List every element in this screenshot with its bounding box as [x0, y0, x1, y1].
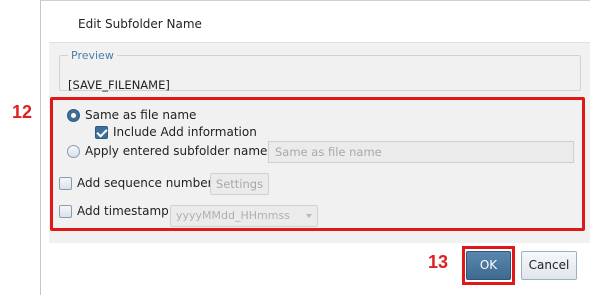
option-apply-entered-name[interactable]: Apply entered subfolder name: [67, 144, 267, 158]
timestamp-format-select[interactable]: yyyyMMdd_HHmmss: [170, 205, 318, 227]
radio-unselected-icon[interactable]: [67, 144, 80, 158]
subfolder-name-input[interactable]: Same as file name: [268, 141, 574, 163]
option-label: Apply entered subfolder name: [85, 144, 268, 158]
edit-subfolder-dialog: Edit Subfolder Name Preview [SAVE_FILENA…: [40, 0, 590, 295]
preview-group: Preview [SAVE_FILENAME]: [59, 49, 581, 92]
option-add-sequence-number[interactable]: Add sequence number: [59, 176, 213, 190]
preview-legend: Preview: [68, 49, 117, 62]
cancel-button[interactable]: Cancel: [521, 251, 577, 280]
checkbox-checked-icon[interactable]: [95, 125, 108, 139]
dialog-footer: OK Cancel: [49, 243, 590, 295]
option-label: Add timestamp: [77, 204, 169, 218]
dialog-title: Edit Subfolder Name: [78, 17, 202, 31]
dialog-content: Preview [SAVE_FILENAME] Same as file nam…: [49, 42, 590, 243]
timestamp-format-value: yyyyMMdd_HHmmss: [176, 209, 290, 222]
option-include-add-info[interactable]: Include Add information: [95, 125, 257, 139]
callout-number-12: 12: [12, 102, 33, 122]
option-label: Include Add information: [113, 125, 257, 139]
option-add-timestamp[interactable]: Add timestamp: [59, 204, 169, 218]
option-label: Add sequence number: [77, 176, 213, 190]
option-label: Same as file name: [85, 108, 197, 122]
checkbox-unchecked-icon[interactable]: [59, 204, 72, 218]
preview-value: [SAVE_FILENAME]: [68, 78, 170, 92]
sequence-settings-button[interactable]: Settings: [210, 173, 269, 195]
ok-button[interactable]: OK: [466, 251, 511, 280]
callout-number-13: 13: [428, 252, 449, 272]
chevron-down-icon: [306, 214, 312, 218]
checkbox-unchecked-icon[interactable]: [59, 176, 72, 190]
option-same-as-file-name[interactable]: Same as file name: [67, 108, 196, 122]
radio-selected-icon[interactable]: [67, 108, 80, 122]
